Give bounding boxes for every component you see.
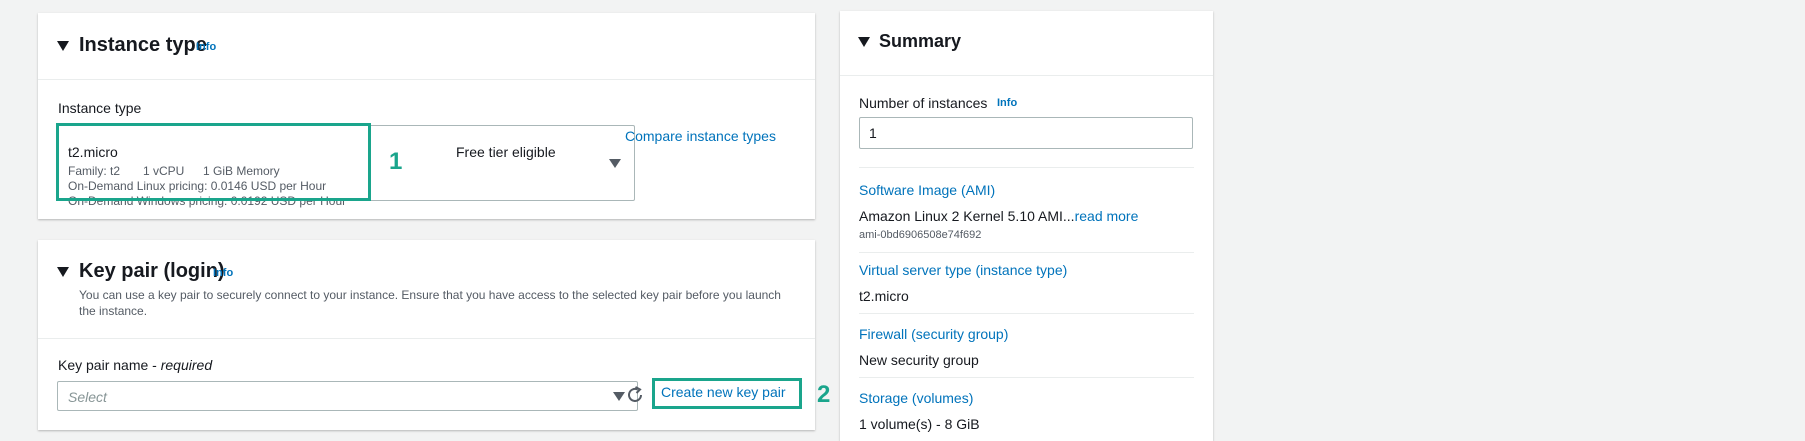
ami-id: ami-0bd6906508e74f692 xyxy=(859,229,982,241)
read-more-link[interactable]: read more xyxy=(1075,208,1139,224)
step-2-marker: 2 xyxy=(817,381,831,408)
chevron-down-icon xyxy=(609,159,621,168)
summary-panel: Summary Number of instances Info 1 Softw… xyxy=(840,11,1213,441)
firewall-value: New security group xyxy=(859,352,979,368)
summary-divider xyxy=(859,252,1194,253)
collapse-triangle-icon[interactable] xyxy=(57,41,69,51)
instance-type-info-link[interactable]: Info xyxy=(196,41,216,53)
storage-link[interactable]: Storage (volumes) xyxy=(859,390,973,406)
instance-type-field-label: Instance type xyxy=(58,100,142,116)
summary-divider xyxy=(859,313,1194,314)
step-1-marker: 1 xyxy=(389,148,403,175)
software-image-link[interactable]: Software Image (AMI) xyxy=(859,182,995,198)
refresh-icon[interactable] xyxy=(625,385,645,405)
collapse-triangle-icon[interactable] xyxy=(57,267,69,277)
collapse-triangle-icon[interactable] xyxy=(858,37,870,47)
instance-type-header[interactable]: Instance type Info xyxy=(38,13,815,80)
summary-title: Summary xyxy=(879,31,962,51)
create-new-key-pair-link[interactable]: Create new key pair xyxy=(661,384,786,400)
key-pair-panel: Key pair (login) Info You can use a key … xyxy=(38,240,830,430)
instances-info-link[interactable]: Info xyxy=(997,97,1017,109)
instance-type-panel: Instance type Info Instance type t2.micr… xyxy=(38,13,815,219)
ami-name-text: Amazon Linux 2 Kernel 5.10 AMI... xyxy=(859,208,1075,224)
ami-name: Amazon Linux 2 Kernel 5.10 AMI...read mo… xyxy=(859,208,1138,224)
server-type-link[interactable]: Virtual server type (instance type) xyxy=(859,262,1067,278)
chevron-down-icon xyxy=(613,392,625,401)
storage-value: 1 volume(s) - 8 GiB xyxy=(859,416,980,432)
compare-instance-types-link[interactable]: Compare instance types xyxy=(625,128,776,144)
key-pair-description: You can use a key pair to securely conne… xyxy=(79,288,781,318)
summary-divider xyxy=(859,377,1194,378)
key-pair-field-label-text: Key pair name xyxy=(58,357,149,373)
instances-label: Number of instances xyxy=(859,95,988,111)
instances-input[interactable]: 1 xyxy=(859,117,1193,149)
key-pair-info-link[interactable]: Info xyxy=(213,267,233,279)
key-pair-select-placeholder: Select xyxy=(68,389,107,405)
required-label: required xyxy=(160,357,213,373)
key-pair-field-label: Key pair name - required xyxy=(58,357,213,373)
summary-divider xyxy=(859,167,1194,168)
instances-input-value: 1 xyxy=(869,125,877,141)
instance-type-title: Instance type xyxy=(79,34,207,56)
key-pair-header[interactable]: Key pair (login) Info You can use a key … xyxy=(38,240,815,339)
server-type-value: t2.micro xyxy=(859,288,909,304)
key-pair-title: Key pair (login) xyxy=(79,260,225,282)
summary-header[interactable]: Summary xyxy=(840,11,1213,76)
key-pair-select[interactable]: Select xyxy=(57,381,638,411)
firewall-link[interactable]: Firewall (security group) xyxy=(859,326,1008,342)
step-1-highlight xyxy=(56,123,371,201)
free-tier-badge: Free tier eligible xyxy=(456,144,556,160)
